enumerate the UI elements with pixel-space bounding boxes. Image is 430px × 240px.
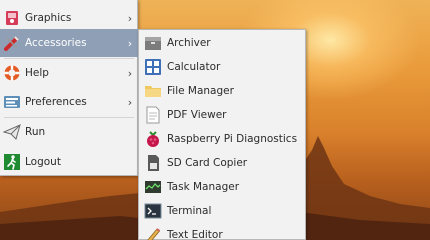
archiver-icon [143, 33, 163, 53]
menu-item-label: Logout [25, 156, 61, 168]
accessories-submenu: Archiver Calculator File Manager PDF Vie… [138, 29, 306, 240]
submenu-item-file-manager[interactable]: File Manager [139, 79, 305, 103]
submenu-item-raspberry-pi-diagnostics[interactable]: Raspberry Pi Diagnostics [139, 127, 305, 151]
preferences-icon [2, 92, 22, 112]
menu-item-label: Accessories [25, 37, 87, 49]
submenu-item-calculator[interactable]: Calculator [139, 55, 305, 79]
chevron-right-icon: › [127, 36, 133, 50]
submenu-item-label: Terminal [167, 205, 212, 217]
logout-icon [2, 152, 22, 172]
submenu-item-label: Archiver [167, 37, 211, 49]
submenu-item-label: File Manager [167, 85, 234, 97]
graphics-icon [2, 8, 22, 28]
main-menu: Graphics › Accessories › Help › Preferen… [0, 0, 138, 176]
task-manager-icon [143, 177, 163, 197]
menu-item-preferences[interactable]: Preferences › [0, 88, 138, 116]
submenu-item-terminal[interactable]: Terminal [139, 199, 305, 223]
chevron-right-icon: › [127, 11, 133, 25]
menu-item-run[interactable]: Run [0, 118, 138, 146]
menu-item-accessories[interactable]: Accessories › [0, 29, 138, 57]
text-editor-icon [143, 225, 163, 240]
submenu-item-label: Task Manager [167, 181, 240, 193]
submenu-item-label: Raspberry Pi Diagnostics [167, 133, 298, 145]
submenu-item-sd-card-copier[interactable]: SD Card Copier [139, 151, 305, 175]
submenu-item-label: SD Card Copier [167, 157, 248, 169]
submenu-item-label: PDF Viewer [167, 109, 227, 121]
submenu-item-text-editor[interactable]: Text Editor [139, 223, 305, 240]
chevron-right-icon: › [127, 95, 133, 109]
menu-item-label: Help [25, 67, 49, 79]
submenu-item-task-manager[interactable]: Task Manager [139, 175, 305, 199]
raspberry-icon [143, 129, 163, 149]
menu-item-label: Preferences [25, 96, 87, 108]
calculator-icon [143, 57, 163, 77]
menu-item-graphics[interactable]: Graphics › [0, 4, 138, 32]
submenu-item-label: Text Editor [167, 229, 223, 240]
folder-icon [143, 81, 163, 101]
accessories-icon [2, 33, 22, 53]
sd-card-icon [143, 153, 163, 173]
submenu-item-pdf-viewer[interactable]: PDF Viewer [139, 103, 305, 127]
submenu-item-archiver[interactable]: Archiver [139, 31, 305, 55]
submenu-item-label: Calculator [167, 61, 221, 73]
chevron-right-icon: › [127, 66, 133, 80]
menu-item-label: Graphics [25, 12, 72, 24]
help-lifebuoy-icon [2, 63, 22, 83]
run-paper-plane-icon [2, 122, 22, 142]
terminal-icon [143, 201, 163, 221]
menu-item-label: Run [25, 126, 46, 138]
menu-item-help[interactable]: Help › [0, 59, 138, 87]
menu-item-logout[interactable]: Logout [0, 148, 138, 176]
pdf-viewer-icon [143, 105, 163, 125]
